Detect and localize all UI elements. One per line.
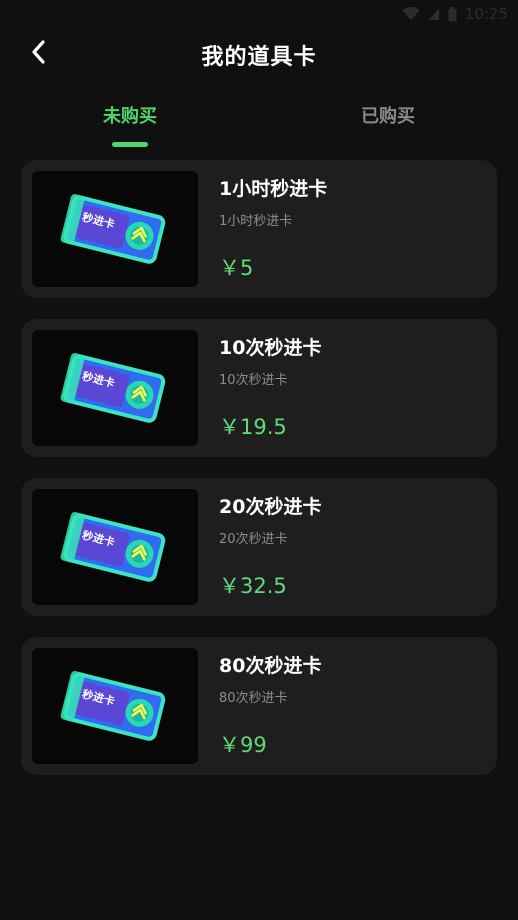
item-subtitle: 80次秒进卡 (219, 691, 288, 706)
item-card-list: 秒进卡 1小时秒进卡 1小时秒进卡 ￥5 秒进卡 10次秒进卡 10次秒进卡 ￥… (21, 160, 497, 796)
item-price: ￥19.5 (219, 415, 287, 439)
ticket-card-illustration: 秒进卡 (60, 512, 166, 582)
item-card[interactable]: 秒进卡 20次秒进卡 20次秒进卡 ￥32.5 (21, 478, 497, 616)
signal-icon (428, 7, 440, 21)
item-title: 80次秒进卡 (219, 655, 322, 677)
item-thumbnail: 秒进卡 (32, 330, 198, 446)
item-price: ￥99 (219, 733, 267, 757)
top-navigation-bar: 我的道具卡 (0, 28, 518, 80)
status-time: 10:25 (464, 5, 508, 23)
item-subtitle: 1小时秒进卡 (219, 214, 293, 229)
active-tab-indicator (112, 142, 148, 147)
ticket-card-illustration: 秒进卡 (60, 353, 166, 423)
item-card[interactable]: 秒进卡 10次秒进卡 10次秒进卡 ￥19.5 (21, 319, 497, 457)
item-price: ￥5 (219, 256, 254, 280)
item-card[interactable]: 秒进卡 80次秒进卡 80次秒进卡 ￥99 (21, 637, 497, 775)
status-bar: 10:25 (0, 0, 518, 28)
item-card[interactable]: 秒进卡 1小时秒进卡 1小时秒进卡 ￥5 (21, 160, 497, 298)
page-title: 我的道具卡 (201, 45, 317, 70)
tab-unpurchased[interactable]: 未购买 (94, 102, 166, 128)
item-thumbnail: 秒进卡 (32, 648, 198, 764)
item-subtitle: 20次秒进卡 (219, 532, 288, 547)
item-subtitle: 10次秒进卡 (219, 373, 288, 388)
wifi-icon (402, 7, 420, 21)
item-title: 1小时秒进卡 (219, 178, 328, 200)
item-title: 10次秒进卡 (219, 337, 322, 359)
ticket-card-illustration: 秒进卡 (60, 194, 166, 264)
tab-purchased[interactable]: 已购买 (352, 102, 424, 128)
item-thumbnail: 秒进卡 (32, 171, 198, 287)
item-price: ￥32.5 (219, 574, 287, 598)
battery-icon (448, 6, 457, 22)
tab-bar: 未购买 已购买 (0, 100, 518, 150)
item-thumbnail: 秒进卡 (32, 489, 198, 605)
item-title: 20次秒进卡 (219, 496, 322, 518)
ticket-card-illustration: 秒进卡 (60, 671, 166, 741)
